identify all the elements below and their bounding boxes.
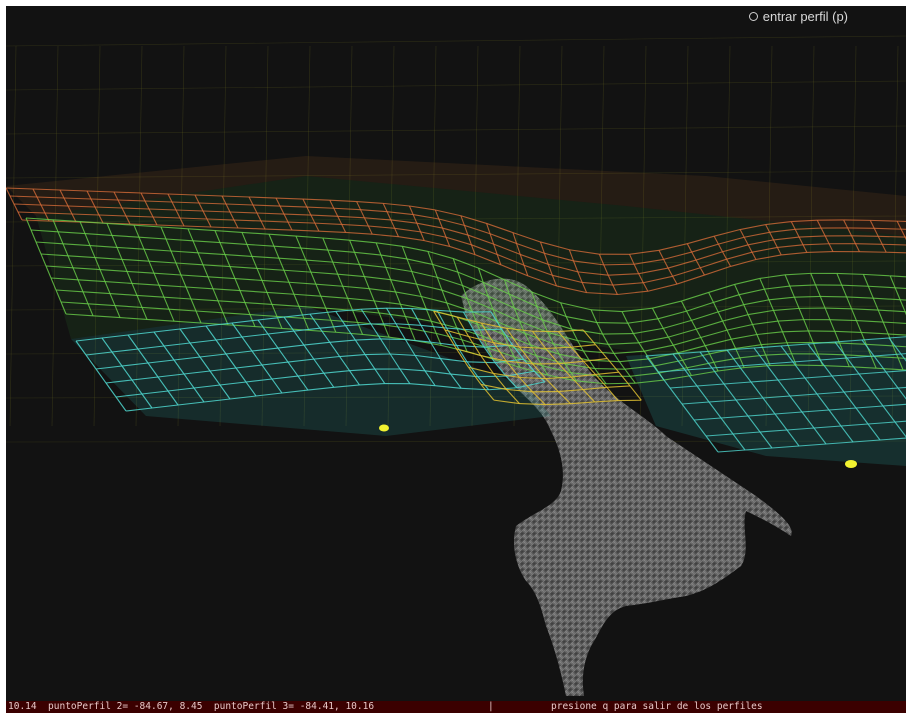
profile-point-marker[interactable] — [379, 424, 389, 432]
mesh-line — [380, 338, 406, 341]
mesh-line — [395, 323, 406, 340]
mesh-line — [35, 241, 42, 255]
mesh-line — [365, 353, 391, 356]
mesh-line — [874, 227, 902, 230]
3d-viewport[interactable]: entrar perfil (p) — [6, 6, 906, 701]
mesh-line — [870, 219, 898, 222]
mesh-line — [477, 375, 507, 378]
status-instructions: presione q para salir de los perfiles — [551, 701, 763, 712]
mesh-line — [820, 295, 847, 298]
mesh-line — [629, 385, 642, 401]
enter-profile-label: entrar perfil (p) — [762, 9, 848, 24]
mesh-line — [717, 449, 746, 453]
mesh-line — [40, 253, 47, 267]
mesh-line — [6, 80, 906, 91]
mesh-line — [613, 350, 645, 355]
mesh-line — [571, 344, 596, 348]
profile-point-marker[interactable] — [845, 460, 857, 468]
mesh-line — [794, 295, 821, 298]
mesh-line — [13, 203, 19, 213]
mesh-line — [45, 265, 52, 279]
mesh-line — [629, 375, 636, 384]
mesh-line — [9, 45, 17, 427]
mesh-line — [613, 353, 620, 362]
mesh-line — [405, 339, 431, 343]
radio-icon[interactable] — [748, 12, 758, 21]
mesh-line — [603, 263, 635, 266]
mesh-line — [619, 361, 626, 370]
mesh-line — [859, 251, 887, 253]
mesh-line — [30, 229, 37, 243]
mesh-line — [596, 321, 628, 324]
mesh-line — [606, 385, 631, 388]
status-separator: | — [488, 701, 494, 712]
status-coordinates: 10.14 puntoPerfil 2= -84.67, 8.45 puntoP… — [8, 701, 375, 712]
mesh-line — [606, 358, 620, 373]
status-bar: 10.14 puntoPerfil 2= -84.67, 8.45 puntoP… — [6, 701, 906, 713]
mesh-line — [6, 35, 906, 47]
mesh-line — [409, 328, 416, 341]
enter-profile-toggle[interactable]: entrar perfil (p) — [748, 9, 848, 24]
mesh-line — [115, 396, 127, 412]
scene-canvas[interactable] — [6, 6, 906, 701]
mesh-line — [594, 368, 625, 370]
mesh-line — [624, 368, 631, 377]
mesh-line — [605, 382, 636, 385]
mesh-line — [825, 307, 852, 310]
mesh-line — [420, 325, 431, 343]
mesh-line — [395, 323, 421, 326]
mesh-line — [466, 361, 496, 364]
mesh-line — [17, 211, 23, 221]
mesh-line — [855, 243, 883, 245]
mesh-line — [851, 235, 879, 237]
mesh-line — [105, 382, 117, 398]
mesh-line — [770, 364, 797, 367]
